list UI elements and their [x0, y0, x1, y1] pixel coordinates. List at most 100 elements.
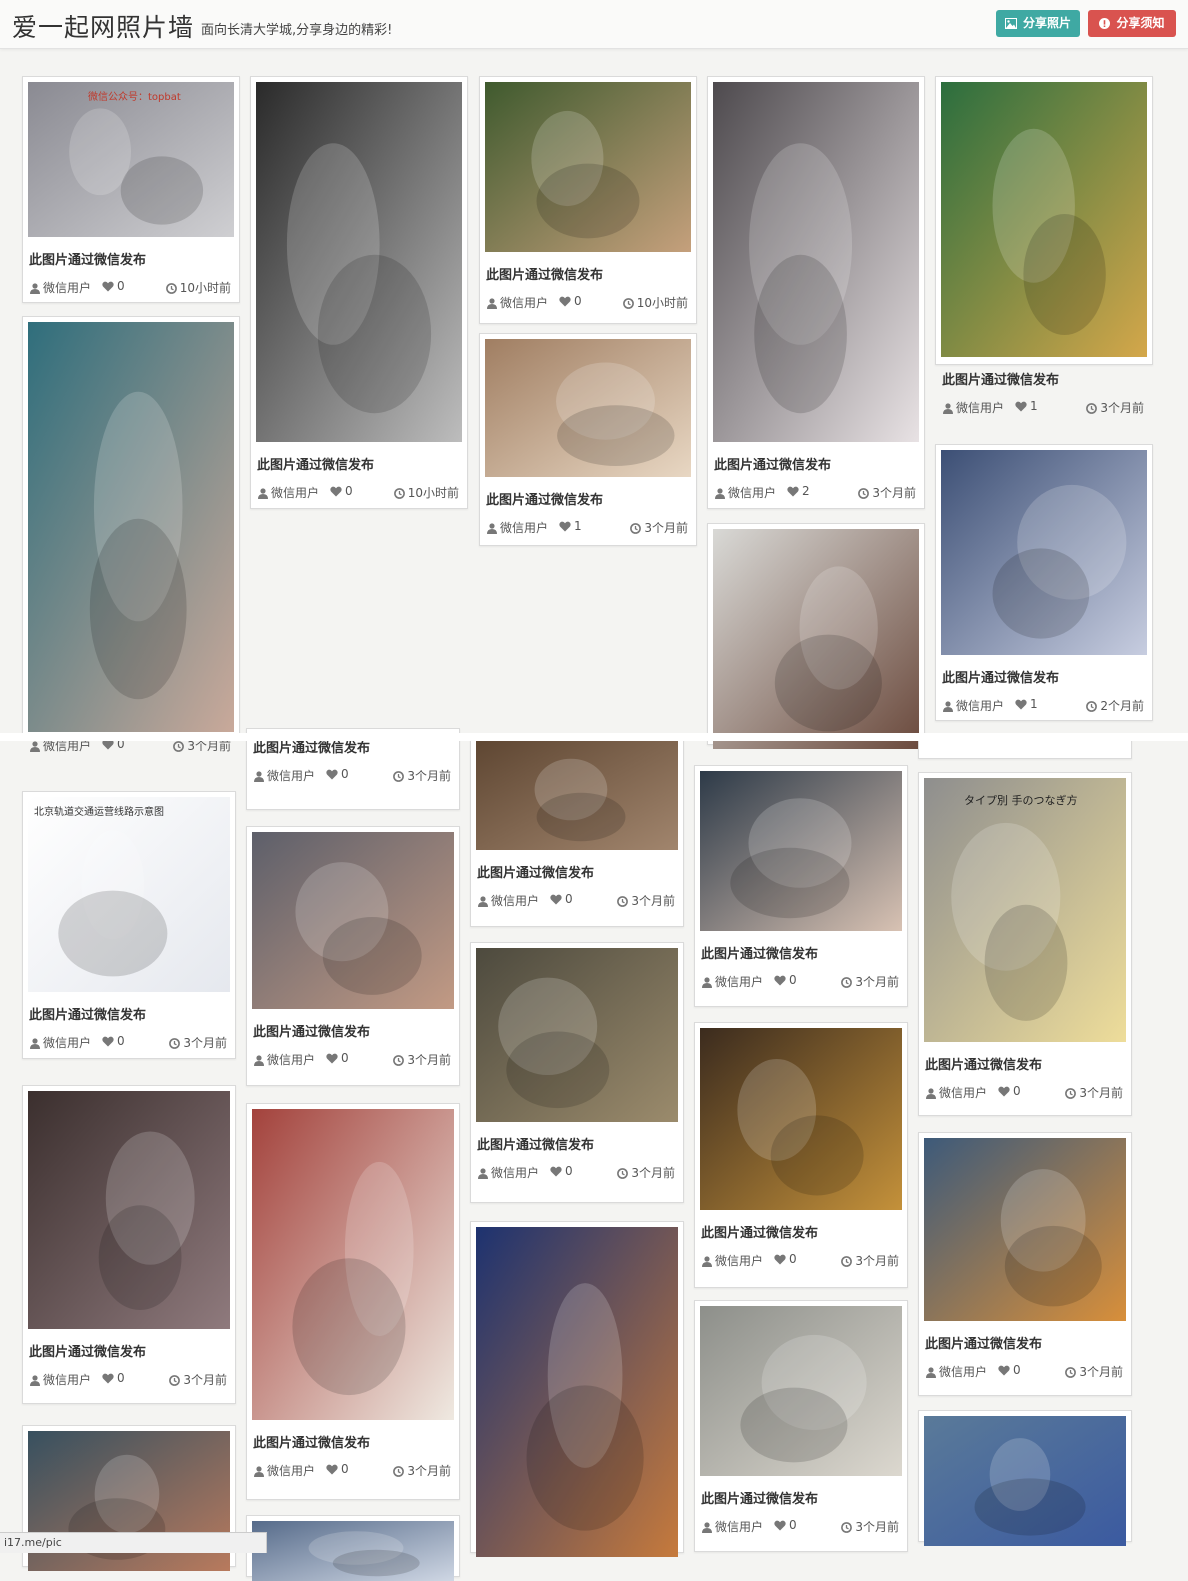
author[interactable]: 微信用户: [943, 697, 1004, 714]
photo-card[interactable]: 微信公众号：topbat 此图片通过微信发布 微信用户 0 10小时前: [22, 76, 240, 303]
author[interactable]: 微信用户: [30, 1371, 91, 1388]
photo-image[interactable]: [485, 339, 691, 477]
like-button[interactable]: 0: [774, 1518, 797, 1532]
photo-image[interactable]: [476, 740, 678, 850]
heart-icon: [774, 1254, 786, 1265]
like-button[interactable]: 0: [102, 1034, 125, 1048]
photo-image[interactable]: [941, 450, 1147, 655]
photo-card[interactable]: 微信用户 0 3个月前: [22, 316, 240, 753]
clock-icon: [858, 488, 870, 499]
author-name: 微信用户: [491, 1166, 540, 1180]
photo-image[interactable]: [256, 82, 462, 442]
author[interactable]: 微信用户: [254, 1462, 315, 1479]
post-time: 3个月前: [393, 1462, 451, 1479]
like-button[interactable]: 0: [559, 294, 582, 308]
author[interactable]: 微信用户: [30, 1034, 91, 1051]
photo-card[interactable]: [707, 523, 925, 749]
like-button[interactable]: 0: [330, 484, 353, 498]
user-icon: [702, 1522, 712, 1533]
photo-card[interactable]: [470, 1221, 684, 1557]
photo-card[interactable]: 此图片通过微信发布 微信用户 0 3个月前: [918, 1132, 1132, 1396]
author[interactable]: 微信用户: [254, 767, 315, 784]
author[interactable]: 微信用户: [943, 399, 1004, 416]
site-title[interactable]: 爱一起网照片墙: [12, 8, 194, 44]
author[interactable]: 微信用户: [715, 484, 776, 501]
like-button[interactable]: 0: [102, 279, 125, 293]
photo-card[interactable]: 此图片通过微信发布 微信用户 0 10小时前: [250, 76, 468, 509]
photo-image[interactable]: [485, 82, 691, 252]
photo-image[interactable]: [941, 82, 1147, 357]
photo-card[interactable]: 此图片通过微信发布 微信用户 0 3个月前: [246, 1103, 460, 1500]
author[interactable]: 微信用户: [254, 1051, 315, 1068]
like-button[interactable]: 0: [774, 1252, 797, 1266]
photo-card[interactable]: 此图片通过微信发布 微信用户 0 3个月前: [470, 734, 684, 927]
photo-card[interactable]: 此图片通过微信发布 微信用户 0 10小时前: [479, 76, 697, 324]
photo-image[interactable]: 北京轨道交通运营线路示意图: [28, 797, 230, 992]
photo-card[interactable]: 此图片通过微信发布 微信用户 0 3个月前: [694, 765, 908, 1007]
photo-image[interactable]: [252, 832, 454, 1009]
photo-image[interactable]: タイプ別 手のつなぎ方: [924, 778, 1126, 1042]
photo-card[interactable]: 北京轨道交通运营线路示意图 此图片通过微信发布 微信用户 0 3个月前: [22, 791, 236, 1059]
photo-image[interactable]: [28, 1091, 230, 1329]
like-button[interactable]: 0: [550, 1164, 573, 1178]
like-button[interactable]: 2: [787, 484, 810, 498]
like-button[interactable]: 0: [774, 973, 797, 987]
author[interactable]: 微信用户: [487, 519, 548, 536]
photo-card[interactable]: 此图片通过微信发布 微信用户 0 3个月前: [694, 1300, 908, 1552]
author[interactable]: 微信用户: [30, 279, 91, 296]
like-button[interactable]: 0: [998, 1084, 1021, 1098]
author[interactable]: 微信用户: [478, 892, 539, 909]
photo-image[interactable]: [28, 322, 234, 732]
like-button[interactable]: 1: [1015, 399, 1038, 413]
photo-card[interactable]: 此图片通过微信发布 微信用户 2 3个月前: [707, 76, 925, 509]
photo-card[interactable]: [918, 1410, 1132, 1546]
like-button[interactable]: 0: [326, 767, 349, 781]
author[interactable]: 微信用户: [487, 294, 548, 311]
like-button[interactable]: 0: [998, 1363, 1021, 1377]
like-button[interactable]: 0: [326, 1051, 349, 1065]
site-subtitle: 面向长清大学城,分享身边的精彩!: [201, 23, 393, 38]
photo-image[interactable]: [476, 1227, 678, 1557]
photo-image[interactable]: [700, 771, 902, 931]
photo-image[interactable]: [476, 948, 678, 1122]
photo-image[interactable]: [700, 1306, 902, 1476]
photo-image[interactable]: [924, 1416, 1126, 1546]
photo-card[interactable]: 此图片通过微信发布 微信用户 0 3个月前: [22, 1085, 236, 1404]
photo-card[interactable]: 此图片通过微信发布 微信用户 0 3个月前: [694, 1022, 908, 1288]
share-photo-button[interactable]: 分享照片: [996, 10, 1080, 37]
photo-image[interactable]: [713, 82, 919, 442]
like-button[interactable]: 1: [1015, 697, 1038, 711]
heart-icon: [102, 1373, 114, 1384]
photo-card[interactable]: タイプ別 手のつなぎ方 此图片通过微信发布 微信用户 0 3个月前: [918, 772, 1132, 1116]
like-count: 0: [117, 1034, 125, 1048]
photo-image[interactable]: 微信公众号：topbat: [28, 82, 234, 237]
photo-image[interactable]: [713, 529, 919, 749]
share-notice-button[interactable]: 分享须知: [1088, 10, 1176, 37]
author[interactable]: 微信用户: [702, 973, 763, 990]
photo-card[interactable]: 此图片通过微信发布 微信用户 0 3个月前: [470, 942, 684, 1203]
photo-image[interactable]: [924, 1138, 1126, 1321]
photo-card[interactable]: [246, 1515, 460, 1581]
author-name: 微信用户: [956, 699, 1005, 713]
photo-image[interactable]: [700, 1028, 902, 1210]
author[interactable]: 微信用户: [702, 1518, 763, 1535]
author[interactable]: 微信用户: [926, 1084, 987, 1101]
author[interactable]: 微信用户: [926, 1363, 987, 1380]
author[interactable]: 微信用户: [702, 1252, 763, 1269]
photo-card[interactable]: 此图片通过微信发布 微信用户 1 3个月前: [935, 76, 1153, 415]
photo-meta: 微信用户 1 3个月前: [487, 519, 688, 535]
photo-card[interactable]: 此图片通过微信发布 微信用户 0 3个月前: [246, 826, 460, 1086]
photo-card[interactable]: 此图片通过微信发布 微信用户 1 3个月前: [479, 333, 697, 546]
author-name: 微信用户: [43, 1036, 92, 1050]
author[interactable]: 微信用户: [258, 484, 319, 501]
like-button[interactable]: 1: [559, 519, 582, 533]
photo-image[interactable]: [252, 1109, 454, 1420]
photo-image[interactable]: [252, 1521, 454, 1581]
like-button[interactable]: 0: [326, 1462, 349, 1476]
author[interactable]: 微信用户: [478, 1164, 539, 1181]
like-button[interactable]: 0: [550, 892, 573, 906]
like-count: 1: [574, 519, 582, 533]
clock-icon: [841, 977, 853, 988]
like-button[interactable]: 0: [102, 1371, 125, 1385]
photo-card[interactable]: 此图片通过微信发布 微信用户 1 2个月前: [935, 444, 1153, 721]
